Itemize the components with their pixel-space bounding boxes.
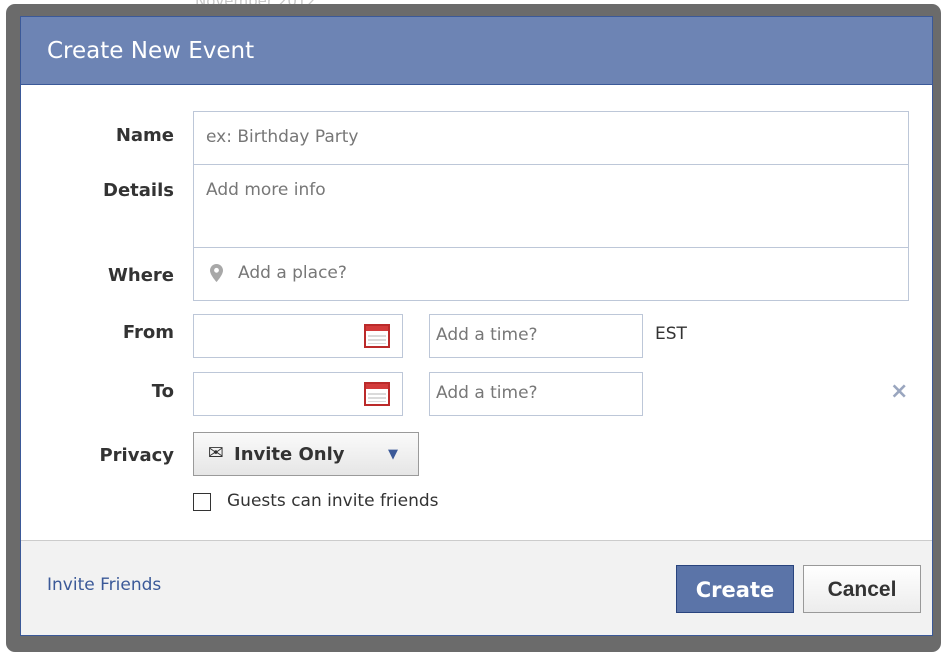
dialog-title: Create New Event: [21, 17, 932, 85]
from-time-placeholder: Add a time?: [436, 325, 538, 345]
map-pin-icon: [210, 264, 223, 287]
event-location-placeholder: Add a place?: [238, 263, 347, 283]
from-date-input[interactable]: [193, 314, 403, 358]
where-label: Where: [108, 265, 174, 286]
to-time-input[interactable]: Add a time?: [429, 372, 643, 416]
to-time-placeholder: Add a time?: [436, 383, 538, 403]
name-label: Name: [115, 125, 174, 146]
timezone-label: EST: [655, 324, 687, 344]
event-location-input[interactable]: Add a place?: [193, 247, 909, 301]
remove-end-time-icon[interactable]: ×: [890, 379, 908, 404]
privacy-selected-value: Invite Only: [234, 444, 345, 465]
event-name-input[interactable]: ex: Birthday Party: [193, 111, 909, 165]
create-button[interactable]: Create: [676, 565, 794, 613]
event-name-placeholder: ex: Birthday Party: [206, 127, 359, 147]
invite-friends-link[interactable]: Invite Friends: [47, 575, 161, 595]
details-label: Details: [103, 180, 174, 201]
create-event-dialog: Create New Event Name ex: Birthday Party…: [20, 16, 933, 636]
calendar-icon[interactable]: [364, 382, 390, 406]
from-label: From: [122, 322, 174, 343]
from-time-input[interactable]: Add a time?: [429, 314, 643, 358]
chevron-down-icon: ▼: [388, 447, 398, 462]
envelope-icon: ✉: [208, 442, 224, 464]
event-details-placeholder: Add more info: [206, 180, 326, 200]
event-details-textarea[interactable]: Add more info: [193, 164, 909, 248]
privacy-label: Privacy: [99, 445, 174, 466]
calendar-icon[interactable]: [364, 324, 390, 348]
to-date-input[interactable]: [193, 372, 403, 416]
to-label: To: [151, 381, 174, 402]
guests-invite-label[interactable]: Guests can invite friends: [227, 491, 439, 511]
dialog-footer: Invite Friends Create Cancel: [21, 540, 932, 635]
cancel-button[interactable]: Cancel: [803, 565, 921, 613]
privacy-dropdown[interactable]: ✉ Invite Only ▼: [193, 432, 419, 476]
guests-invite-checkbox[interactable]: [193, 493, 211, 511]
